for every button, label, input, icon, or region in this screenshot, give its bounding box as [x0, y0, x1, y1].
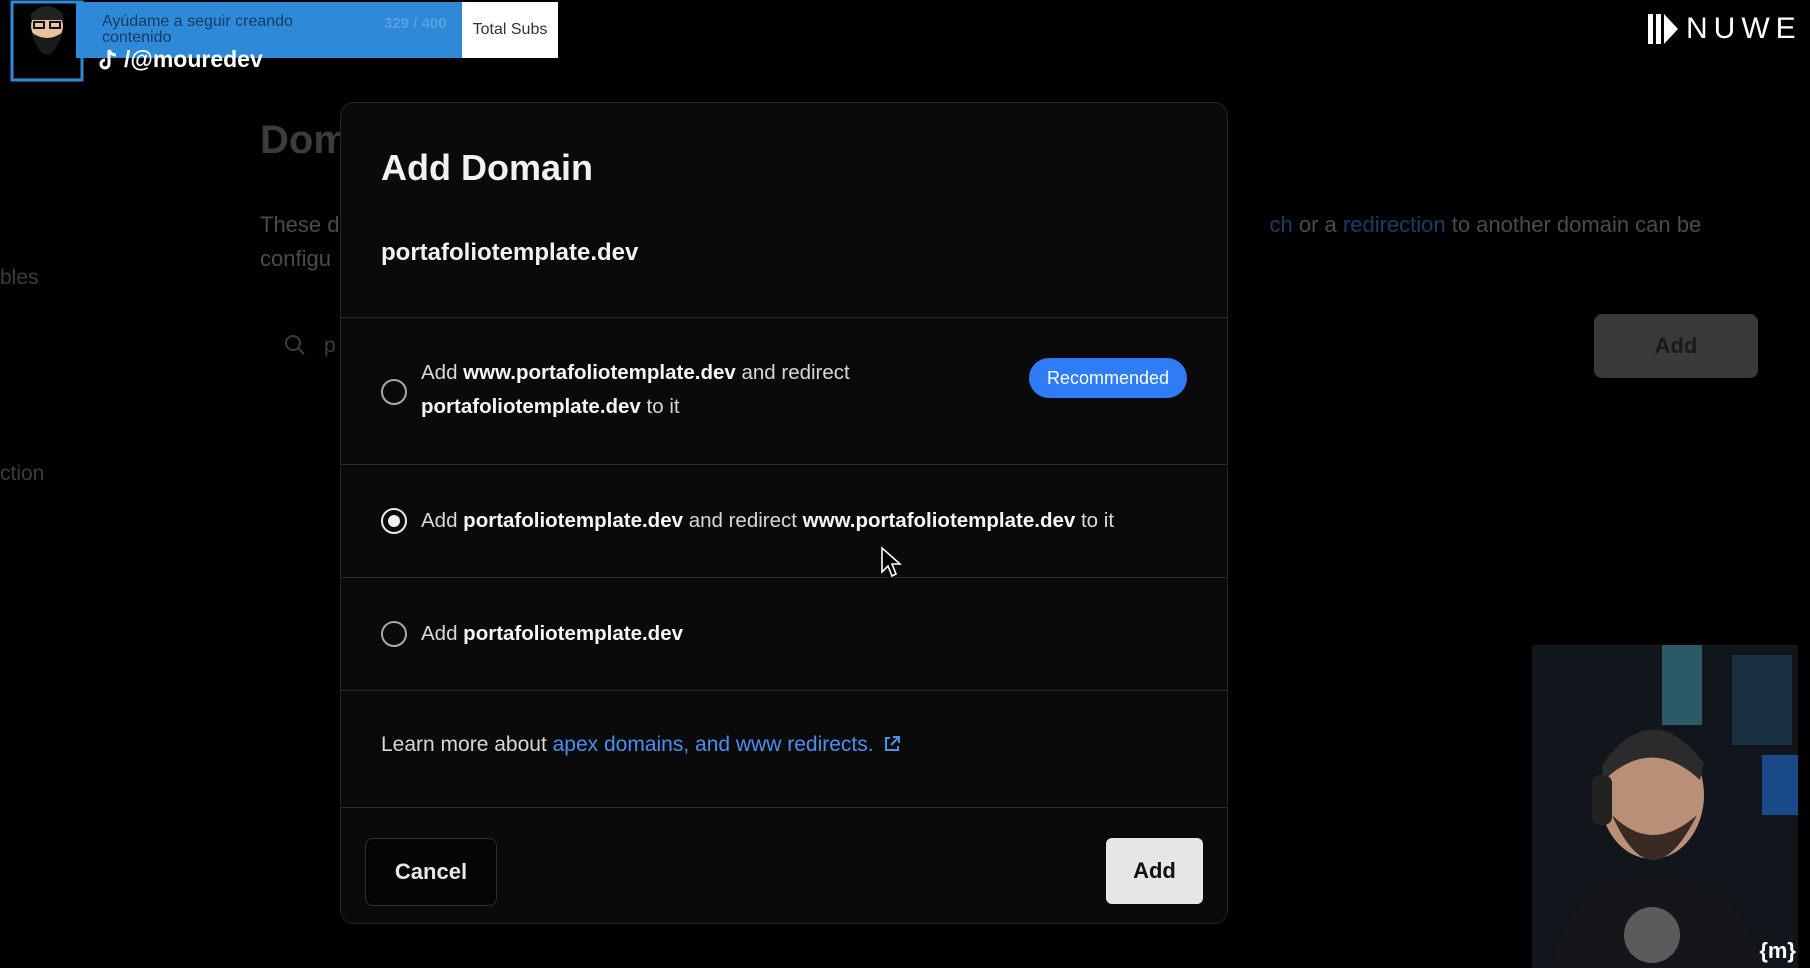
option-label: Add portafoliotemplate.dev — [421, 617, 683, 651]
search-input[interactable]: p — [324, 334, 336, 358]
avatar — [10, 0, 84, 82]
webcam-image — [1532, 645, 1798, 968]
option-suffix: to it — [640, 395, 680, 418]
search-icon — [285, 335, 305, 355]
option-suffix: to it — [1075, 509, 1115, 532]
description-line2: configu — [260, 246, 331, 271]
subscriber-count: 329 / 400 — [384, 15, 447, 32]
add-button[interactable]: Add — [1106, 838, 1203, 904]
recommended-badge: Recommended — [1028, 358, 1187, 398]
redirection-link[interactable]: redirection — [1343, 212, 1446, 237]
option-prefix: Add — [421, 509, 464, 532]
dialog-header: Add Domain portafoliotemplate.dev — [341, 103, 1227, 318]
brand-logo: NUWE — [1646, 12, 1802, 46]
option-apex-redirect[interactable]: Add portafoliotemplate.dev and redirect … — [341, 465, 1227, 578]
subscriber-goal-widget: Ayúdame a seguir creando contenido 329 /… — [8, 2, 558, 58]
description-or: or a — [1292, 212, 1343, 237]
option-label: Add www.portafoliotemplate.dev and redir… — [421, 356, 850, 424]
add-domain-button[interactable]: Add — [1594, 314, 1758, 378]
social-handle-text: /@mouredev — [124, 46, 263, 72]
dialog-domain: portafoliotemplate.dev — [381, 239, 639, 266]
external-link-icon[interactable] — [882, 734, 902, 754]
learn-prefix: Learn more about — [381, 733, 553, 756]
radio-button[interactable] — [381, 621, 407, 647]
dialog-footer: Cancel Add — [341, 808, 1227, 925]
option-redirect-domain: www.portafoliotemplate.dev — [802, 509, 1076, 532]
description-end: to another domain can be — [1445, 212, 1702, 237]
dialog-title: Add Domain — [381, 147, 593, 188]
add-domain-dialog: Add Domain portafoliotemplate.dev Add ww… — [340, 102, 1228, 924]
option-mid: and redirect — [683, 509, 803, 532]
option-redirect-domain: portafoliotemplate.dev — [421, 395, 641, 418]
page-title: Dom — [260, 118, 349, 162]
option-prefix: Add — [421, 361, 464, 384]
description-text: These d — [260, 212, 340, 237]
mouse-cursor-icon — [881, 546, 902, 578]
option-domain: www.portafoliotemplate.dev — [463, 361, 736, 384]
option-prefix: Add — [421, 622, 464, 645]
option-label: Add portafoliotemplate.dev and redirect … — [421, 504, 1114, 538]
option-www-redirect[interactable]: Add www.portafoliotemplate.dev and redir… — [341, 318, 1227, 465]
sidebar-item-protection[interactable]: ction — [0, 462, 44, 486]
learn-more-section: Learn more about apex domains, and www r… — [341, 691, 1227, 808]
support-text: Ayúdame a seguir creando contenido — [102, 13, 293, 46]
channel-logo: {m} — [1759, 938, 1796, 963]
option-apex-only[interactable]: Add portafoliotemplate.dev — [341, 578, 1227, 691]
tiktok-icon — [99, 48, 117, 69]
brand-text: NUWE — [1686, 12, 1802, 45]
learn-more-text: Learn more about apex domains, and www r… — [381, 733, 902, 757]
radio-button[interactable] — [381, 379, 407, 405]
sidebar-item-variables[interactable]: bles — [0, 266, 39, 290]
apex-domains-link[interactable]: apex domains, and www redirects. — [553, 733, 874, 756]
option-domain: portafoliotemplate.dev — [463, 509, 684, 532]
brand-icon — [1648, 14, 1678, 44]
option-domain: portafoliotemplate.dev — [463, 622, 684, 645]
webcam-feed: {m} — [1532, 645, 1798, 968]
social-handle: /@mouredev — [98, 46, 263, 73]
cancel-button[interactable]: Cancel — [365, 838, 497, 906]
option-mid: and redirect — [735, 361, 850, 384]
description-link[interactable]: ch — [1270, 212, 1293, 237]
subscriber-label: Total Subs — [462, 2, 558, 58]
radio-button-selected[interactable] — [381, 508, 407, 534]
